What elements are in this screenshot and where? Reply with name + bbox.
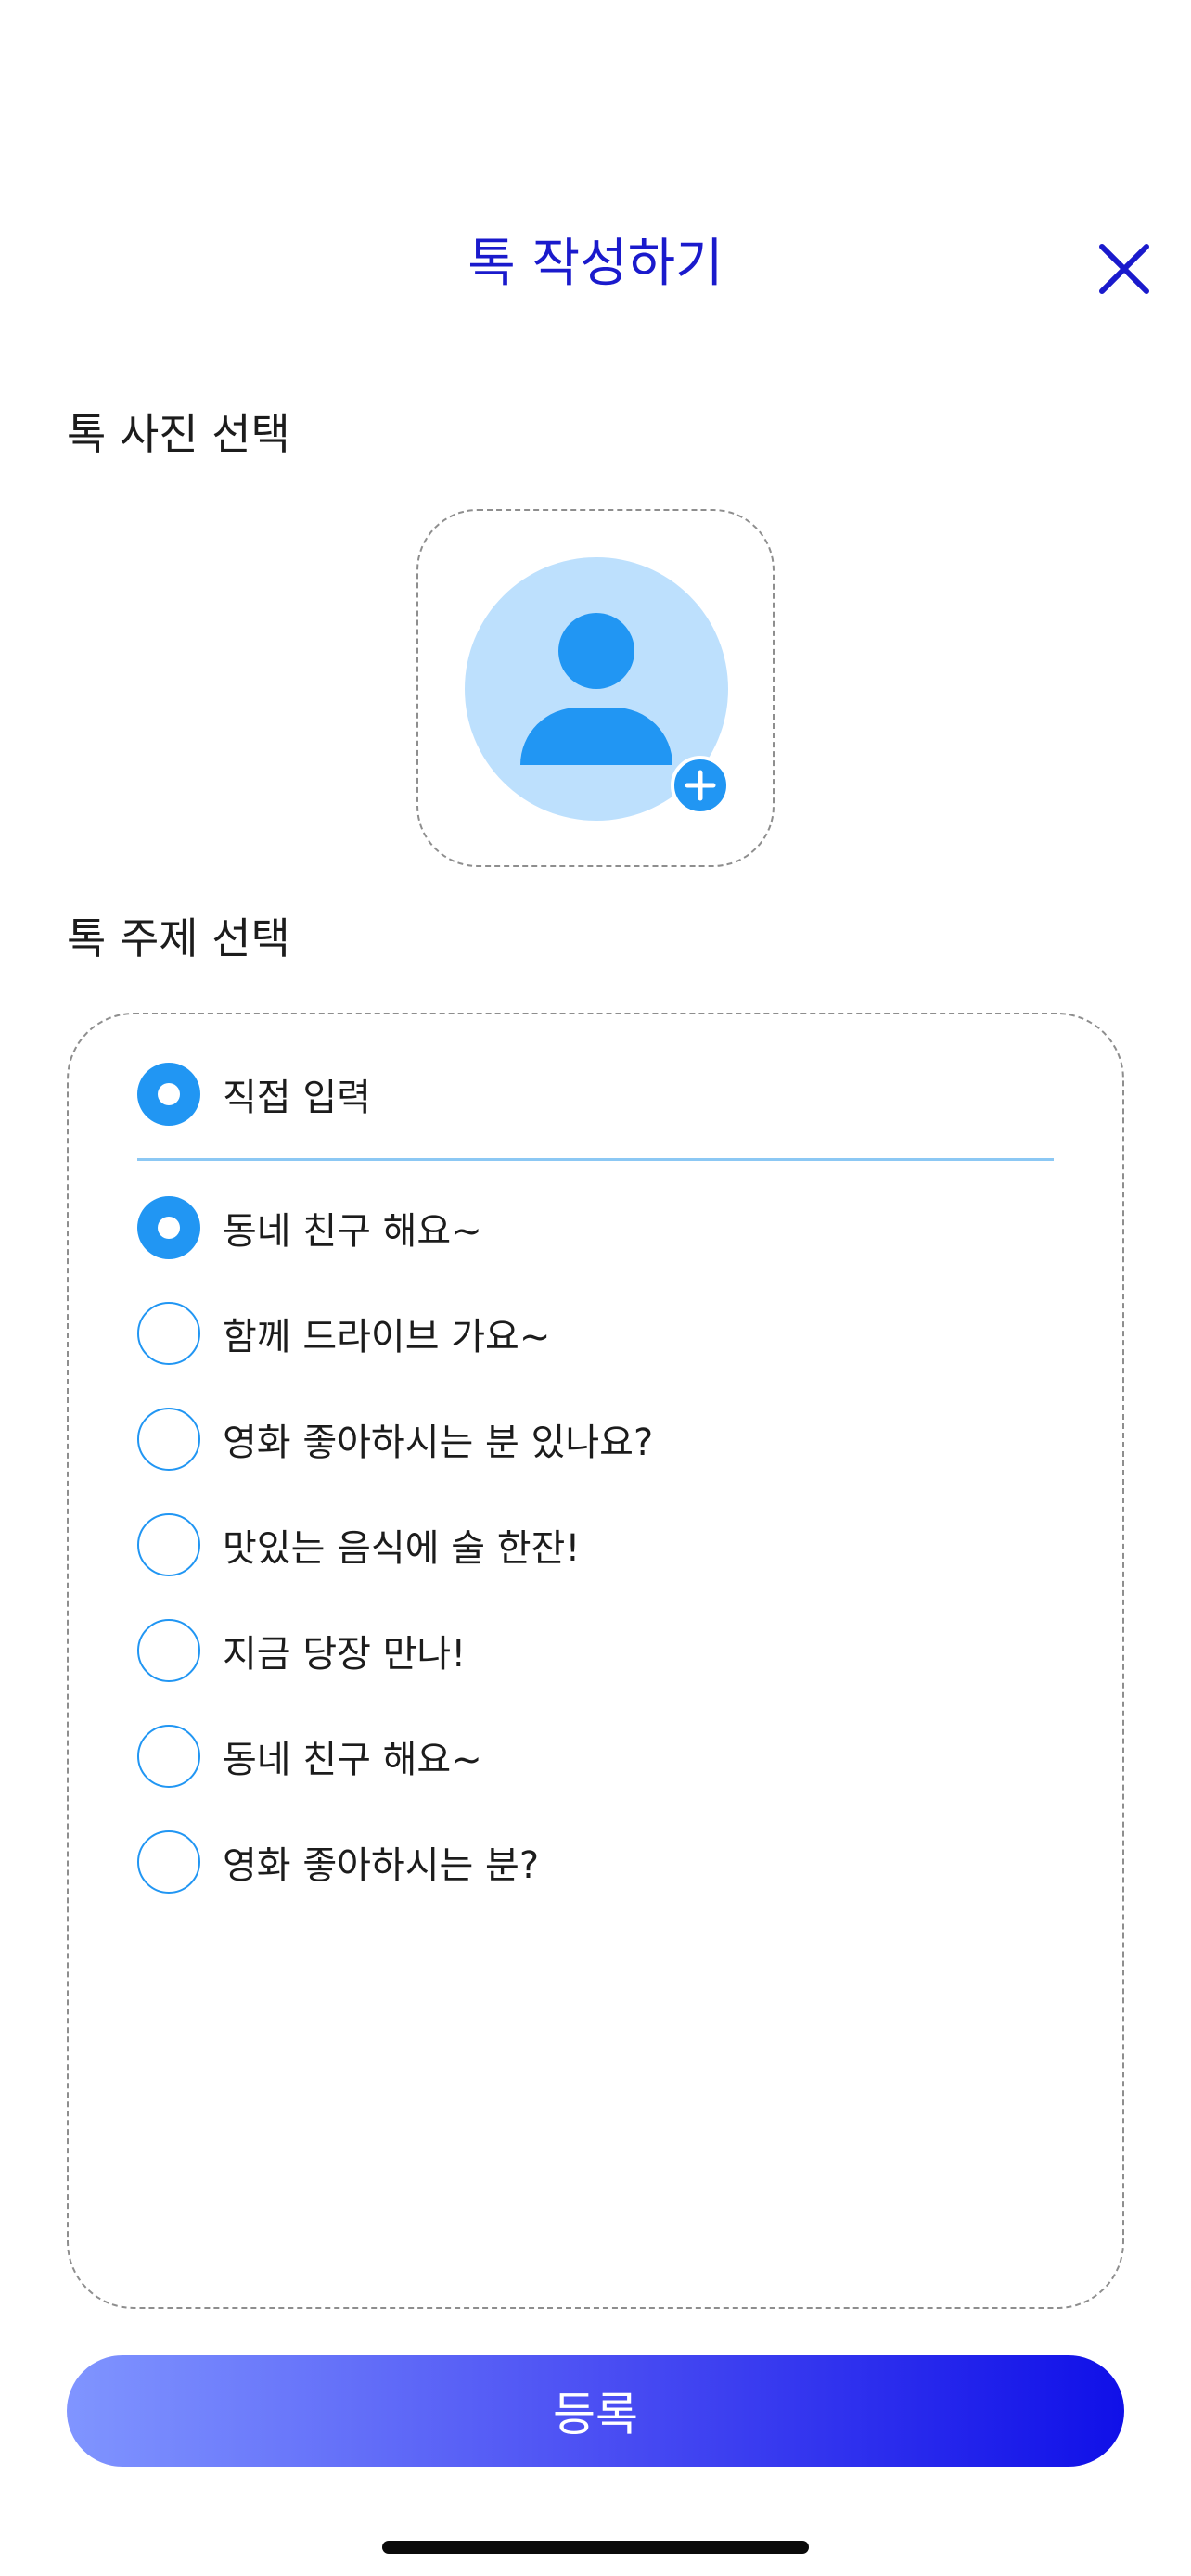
topic-option[interactable]: 동네 친구 해요~: [137, 1725, 482, 1788]
home-indicator[interactable]: [382, 2541, 809, 2554]
topic-option[interactable]: 영화 좋아하시는 분?: [137, 1830, 539, 1894]
radio-unchecked[interactable]: [137, 1513, 200, 1576]
avatar-body: [520, 708, 672, 765]
topic-option[interactable]: 동네 친구 해요~: [137, 1196, 482, 1259]
divider: [137, 1158, 1054, 1161]
topic-option[interactable]: 영화 좋아하시는 분 있나요?: [137, 1408, 653, 1471]
avatar-head: [558, 613, 634, 689]
close-icon: [1099, 244, 1149, 294]
add-photo-button[interactable]: [671, 756, 730, 815]
page-title: 톡 작성하기: [467, 234, 724, 294]
photo-picker[interactable]: [416, 509, 775, 867]
topic-option[interactable]: 지금 당장 만나!: [137, 1619, 466, 1682]
radio-unchecked[interactable]: [137, 1408, 200, 1471]
close-button[interactable]: [1095, 239, 1154, 299]
radio-checked[interactable]: [137, 1063, 200, 1126]
plus-icon: [685, 770, 716, 801]
topic-option-label: 직접 입력: [223, 1077, 371, 1119]
radio-unchecked[interactable]: [137, 1725, 200, 1788]
topic-option[interactable]: 함께 드라이브 가요~: [137, 1302, 550, 1365]
topic-option-label: 지금 당장 만나!: [223, 1633, 467, 1676]
radio-unchecked[interactable]: [137, 1619, 200, 1682]
submit-button[interactable]: 등록: [67, 2355, 1124, 2467]
radio-checked[interactable]: [137, 1196, 200, 1259]
radio-unchecked[interactable]: [137, 1302, 200, 1365]
topic-section-label: 톡 주제 선택: [67, 913, 290, 963]
header: 톡 작성하기: [0, 0, 1191, 334]
photo-section-label: 톡 사진 선택: [67, 409, 290, 459]
topic-option[interactable]: 맛있는 음식에 술 한잔!: [137, 1513, 580, 1576]
topic-option-label: 맛있는 음식에 술 한잔!: [223, 1527, 581, 1570]
topic-option-label: 함께 드라이브 가요~: [223, 1316, 551, 1358]
topic-option-label: 동네 친구 해요~: [223, 1739, 482, 1781]
topic-option-custom[interactable]: 직접 입력: [137, 1063, 371, 1126]
topic-option-label: 영화 좋아하시는 분?: [223, 1844, 540, 1887]
radio-unchecked[interactable]: [137, 1830, 200, 1894]
topic-option-label: 영화 좋아하시는 분 있나요?: [223, 1422, 654, 1464]
topic-option-label: 동네 친구 해요~: [223, 1210, 482, 1253]
